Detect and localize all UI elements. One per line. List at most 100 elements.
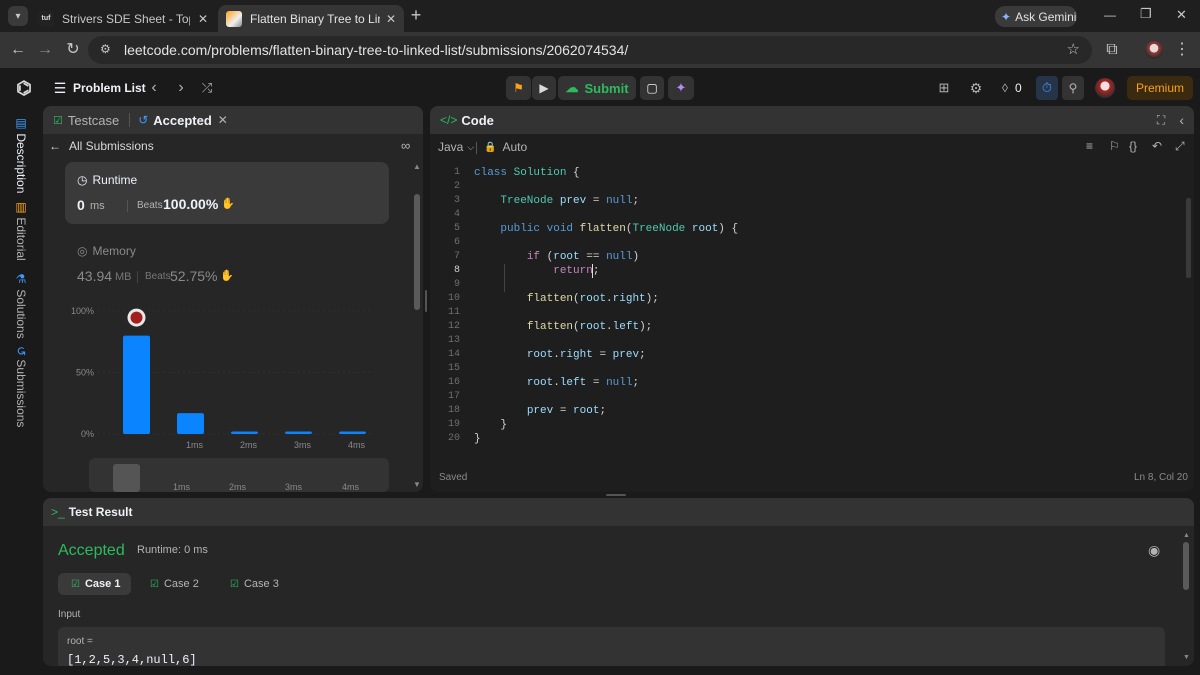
case-tab-2[interactable]: ☑ Case 2 <box>150 573 199 595</box>
close-icon[interactable]: ✕ <box>192 12 208 26</box>
user-avatar[interactable] <box>1095 78 1115 98</box>
code-line: root.right = prev; <box>526 349 646 361</box>
prev-problem-icon[interactable]: ‹ <box>147 76 161 100</box>
problem-list-icon[interactable]: ☰ <box>52 76 68 100</box>
new-tab-button[interactable]: + <box>406 5 426 26</box>
browser-tab[interactable]: tuf Strivers SDE Sheet - Top Coding ✕ <box>30 5 216 32</box>
bookmark-star-icon[interactable]: ☆ <box>1067 40 1080 58</box>
maximize-panel-icon[interactable]: ⛶ <box>1157 113 1165 128</box>
maximize-button[interactable]: ❐ <box>1140 6 1152 22</box>
expand-icon[interactable]: ⤢ <box>1175 139 1185 154</box>
code-brackets-icon: </> <box>440 113 458 127</box>
back-icon[interactable]: ← <box>8 40 28 60</box>
close-icon[interactable]: ✕ <box>218 113 228 127</box>
memory-title[interactable]: ◎ Memory <box>77 244 136 258</box>
add-friend-icon[interactable]: ⚲ <box>1062 76 1084 100</box>
sidebar-item-solutions[interactable]: ⚗ Solutions <box>14 272 28 339</box>
chart-bar <box>231 431 258 434</box>
scroll-down-arrow[interactable]: ▼ <box>413 480 421 489</box>
tab-testcase[interactable]: Testcase <box>68 113 119 128</box>
browser-menu-icon[interactable]: ⋮ <box>1172 40 1192 60</box>
layout-icon[interactable]: ⊞ <box>936 76 952 100</box>
language-select[interactable]: Java ⌵ <box>438 140 474 154</box>
format-icon[interactable]: ≡ <box>1086 139 1093 153</box>
visibility-eye-icon[interactable]: ◉ <box>1148 542 1160 559</box>
notes-icon[interactable]: ▢ <box>640 76 664 100</box>
run-button[interactable]: ▶ <box>532 76 556 100</box>
tab-search-button[interactable]: ▾ <box>8 6 28 26</box>
minimize-button[interactable]: — <box>1104 8 1116 22</box>
vertical-splitter[interactable] <box>425 290 427 312</box>
case-tab-3[interactable]: ☑ Case 3 <box>230 573 279 595</box>
line-number: 14 <box>447 349 460 360</box>
sidebar-item-submissions[interactable]: ↺ Submissions <box>14 346 28 427</box>
result-scrollbar-up[interactable]: ▲ <box>1183 532 1190 539</box>
debug-button[interactable]: ⚑ <box>506 76 531 100</box>
line-number: 5 <box>453 223 460 234</box>
solutions-icon: ⚗ <box>14 272 28 290</box>
bookmark-icon[interactable]: ⚐ <box>1109 139 1120 153</box>
site-info-icon[interactable]: ⚙ <box>100 42 111 56</box>
submit-button[interactable]: ☁ Submit <box>558 76 636 100</box>
ai-sparkle-icon[interactable]: ✦ <box>668 76 694 100</box>
editor-scrollbar[interactable] <box>1186 198 1191 278</box>
param-name: root = <box>67 636 93 647</box>
case-label: Case 3 <box>243 578 279 590</box>
code-editor[interactable]: class Solution { TreeNode prev = null; p… <box>474 166 1174 456</box>
runtime-card[interactable]: ◷ Runtime 0 ms Beats 100.00% ✋ <box>65 162 389 224</box>
line-number: 4 <box>453 209 460 220</box>
save-status: Saved <box>439 472 468 483</box>
check-icon: ☑ <box>150 578 159 590</box>
streak-fire-icon[interactable]: ◊ <box>998 76 1012 100</box>
all-submissions-link[interactable]: ← All Submissions <box>49 139 154 153</box>
beats-hand-icon: ✋ <box>221 198 235 210</box>
reset-icon[interactable]: ↶ <box>1152 139 1162 153</box>
result-scrollbar-thumb[interactable] <box>1183 542 1189 590</box>
timer-icon[interactable]: ⏱ <box>1036 76 1058 100</box>
forward-icon[interactable]: → <box>35 40 55 60</box>
leetcode-logo-icon[interactable]: ⌬ <box>14 76 34 100</box>
leetcode-header: ⌬ ☰ Problem List ‹ › ⤮ ⚑ ▶ ☁ Submit ▢ ✦ … <box>0 68 1200 106</box>
case-label: Case 1 <box>84 578 121 590</box>
horizontal-splitter[interactable] <box>606 494 626 496</box>
tab-divider <box>129 113 131 127</box>
streak-count: 0 <box>1015 81 1022 95</box>
share-link-icon[interactable]: ∞ <box>401 138 410 153</box>
auto-label: Auto <box>502 140 528 154</box>
runtime-beats-value: 100.00% <box>163 196 219 212</box>
runtime-label: Runtime <box>92 173 138 187</box>
code-panel-header: </> Code ⛶ ‹ <box>430 106 1194 134</box>
range-overview[interactable]: 1ms 2ms 3ms 4ms <box>89 458 389 492</box>
shuffle-icon[interactable]: ⤮ <box>199 76 215 100</box>
runtime-unit: ms <box>90 200 105 212</box>
reload-icon[interactable]: ↻ <box>63 40 83 60</box>
case-tab-1[interactable]: ☑ Case 1 <box>58 573 131 595</box>
sidebar-item-editorial[interactable]: ▥ Editorial <box>14 200 28 261</box>
premium-button[interactable]: Premium <box>1127 76 1193 100</box>
ask-gemini-button[interactable]: ✦ Ask Gemini <box>995 6 1077 27</box>
settings-icon[interactable]: ⚙ <box>968 76 984 100</box>
auto-mode-toggle[interactable]: 🔒 Auto <box>484 140 527 154</box>
close-icon[interactable]: ✕ <box>380 12 396 26</box>
beats-hand-icon: ✋ <box>220 270 234 282</box>
range-handle[interactable] <box>113 464 140 492</box>
scrollbar-thumb[interactable] <box>414 194 420 310</box>
test-result-header: >_ Test Result <box>43 498 1194 526</box>
close-window-button[interactable]: ✕ <box>1176 7 1187 23</box>
code-line: root.left = null; <box>526 377 640 389</box>
result-scrollbar-down[interactable]: ▼ <box>1183 654 1190 661</box>
extensions-icon[interactable]: ⧉ <box>1102 40 1122 60</box>
braces-icon[interactable]: {} <box>1129 139 1137 153</box>
tab-title: Flatten Binary Tree to Linked Li <box>250 11 380 26</box>
next-problem-icon[interactable]: › <box>174 76 188 100</box>
tab-accepted[interactable]: Accepted <box>153 113 212 128</box>
profile-avatar[interactable] <box>1145 41 1163 59</box>
test-result-title: Test Result <box>68 505 133 519</box>
scroll-up-arrow[interactable]: ▲ <box>413 162 421 171</box>
browser-tab-active[interactable]: Flatten Binary Tree to Linked Li ✕ <box>218 5 404 32</box>
collapse-panel-icon[interactable]: ‹ <box>1179 112 1184 128</box>
problem-list-link[interactable]: Problem List <box>73 76 146 100</box>
sidebar-item-description[interactable]: ▤ Description <box>14 116 28 193</box>
input-box[interactable]: root = [1,2,5,3,4,null,6] <box>58 627 1165 666</box>
address-bar[interactable]: ⚙ leetcode.com/problems/flatten-binary-t… <box>88 36 1092 64</box>
